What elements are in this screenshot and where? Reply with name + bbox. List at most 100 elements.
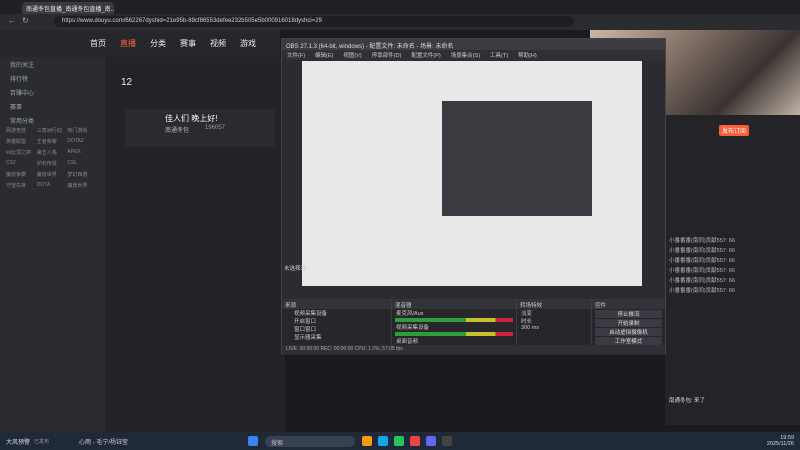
chat-line: 南通冬包: 来了: [669, 398, 706, 404]
obs-statusbar: LIVE: 00:00:00 REC: 00:00:00 CPU: 1.2%, …: [282, 345, 665, 354]
menu-profile[interactable]: 配置文件(P): [411, 51, 440, 59]
studio-mode-button[interactable]: 工作室模式: [595, 337, 662, 345]
scene-label: 未选择源: [284, 266, 307, 272]
sources-header: 来源: [282, 299, 391, 309]
fans-count: 196057: [205, 125, 226, 131]
category-item[interactable]: APEX: [67, 149, 98, 160]
transition-header: 转场特效: [517, 299, 591, 309]
weather-widget[interactable]: 大风预警: [6, 437, 30, 446]
app-icon[interactable]: [410, 436, 421, 446]
douyu-sidebar: 我的关注 排行榜 百赚中心 赛事 常用分类 网游竞技 三角洲行动 热门游戏 英雄…: [0, 57, 105, 432]
start-recording-button[interactable]: 开始录制: [595, 319, 662, 327]
stream-title: 佳人们 晚上好!: [165, 114, 218, 123]
chat-list: 小番番番(南同)贡献557: 66 小番番番(南同)贡献557: 66 小番番番…: [665, 235, 800, 405]
browser-tab[interactable]: 南通冬包直播_南通冬包直播_南...: [22, 2, 114, 14]
category-item[interactable]: lol云顶之弈: [6, 149, 37, 160]
browser-tabbar: 南通冬包直播_南通冬包直播_南...: [0, 0, 800, 14]
category-item[interactable]: 魔兽世界: [67, 182, 98, 193]
category-grid: 网游竞技 三角洲行动 热门游戏 英雄联盟 王者荣耀 DOTA2 lol云顶之弈 …: [0, 127, 105, 193]
obs-window: OBS 27.1.3 (64-bit, windows) - 配置文件: 未命名…: [281, 38, 666, 355]
source-item[interactable]: 视频采集设备: [282, 309, 391, 317]
category-item[interactable]: 王者荣耀: [37, 138, 68, 149]
sidebar-item-ranking[interactable]: 排行榜: [0, 71, 105, 85]
chat-line: 小番番番(南同)贡献557: 66: [669, 248, 736, 254]
source-item[interactable]: 开启窗口: [282, 317, 391, 325]
sidebar-item-common: 常用分类: [10, 118, 35, 125]
nav-games[interactable]: 游戏: [240, 38, 256, 49]
sidebar-item-events[interactable]: 赛事: [0, 99, 105, 113]
category-item[interactable]: 守望先锋: [6, 182, 37, 193]
address-bar[interactable]: https://www.douyu.com/662267dyshid=21e95…: [54, 16, 574, 27]
browser-toolbar: ← ↻ https://www.douyu.com/662267dyshid=2…: [0, 14, 800, 30]
mixer-track-name: 视频采集设备: [396, 325, 430, 331]
mixer-track-name: 麦克风/Aux: [396, 311, 424, 317]
nav-home[interactable]: 首页: [90, 38, 106, 49]
audio-meter: [395, 318, 513, 322]
mixer-track-name: 桌面音频: [396, 339, 419, 345]
edge-icon[interactable]: [378, 436, 389, 446]
virtual-camera-button[interactable]: 启动虚拟摄像机: [595, 328, 662, 336]
nav-live[interactable]: 直播: [120, 38, 136, 49]
obs-icon[interactable]: [442, 436, 453, 446]
obs-menubar: 文件(F) 编辑(E) 视图(V) 停靠部件(D) 配置文件(P) 场景集合(S…: [282, 50, 665, 60]
chat-line: 小番番番(南同)贡献557: 66: [669, 258, 736, 264]
category-item[interactable]: DOTA: [37, 182, 68, 193]
menu-docks[interactable]: 停靠部件(D): [372, 51, 402, 59]
duration-label: 时长: [521, 319, 533, 325]
category-item[interactable]: 三角洲行动: [37, 127, 68, 138]
subscribe-button[interactable]: 发布订阅: [719, 125, 750, 136]
sidebar-item-follow[interactable]: 我的关注: [0, 57, 105, 71]
sidebar-item-earn[interactable]: 百赚中心: [0, 85, 105, 99]
menu-help[interactable]: 帮助(H): [518, 51, 537, 59]
obs-titlebar: OBS 27.1.3 (64-bit, windows) - 配置文件: 未命名…: [282, 39, 665, 50]
category-item[interactable]: 热门游戏: [67, 127, 98, 138]
music-widget[interactable]: 心雨 - 毛宁/杨钰莹: [79, 437, 128, 446]
streamer-card: 佳人们 晚上好! 南通冬包 196057: [125, 109, 275, 147]
source-item[interactable]: 窗口窗口: [282, 325, 391, 333]
nav-events[interactable]: 赛事: [180, 38, 196, 49]
controls-header: 控件: [592, 299, 665, 309]
menu-tools[interactable]: 工具(T): [490, 51, 508, 59]
stop-streaming-button[interactable]: 停止推流: [595, 310, 662, 318]
transition-select[interactable]: 淡变: [517, 309, 591, 317]
clock[interactable]: 19:59 2025/11/26: [767, 435, 794, 447]
category-item[interactable]: CS2: [6, 160, 37, 171]
chrome-icon[interactable]: [394, 436, 405, 446]
category-item[interactable]: 魔兽争霸: [6, 171, 37, 182]
follow-count: 12: [121, 77, 133, 88]
chat-line: 小番番番(南同)贡献557: 66: [669, 288, 736, 294]
category-item[interactable]: 网游竞技: [6, 127, 37, 138]
app-icon[interactable]: [426, 436, 437, 446]
audio-meter: [395, 332, 513, 336]
chat-line: 小番番番(南同)贡献557: 66: [669, 278, 736, 284]
category-item[interactable]: CSL: [67, 160, 98, 171]
chat-line: 小番番番(南同)贡献557: 66: [669, 238, 736, 244]
category-item[interactable]: 炉石传说: [37, 160, 68, 171]
nav-video[interactable]: 视频: [210, 38, 226, 49]
obs-preview[interactable]: [302, 61, 642, 286]
refresh-icon[interactable]: ↻: [22, 16, 29, 25]
taskbar-search[interactable]: 搜索: [265, 435, 356, 447]
mixer-header: 混音器: [392, 299, 516, 309]
menu-view[interactable]: 视图(V): [343, 51, 361, 59]
date: 2025/11/26: [766, 441, 794, 447]
chat-panel: 发布订阅 小番番番(南同)贡献557: 66 小番番番(南同)贡献557: 66…: [665, 115, 800, 425]
preview-nested-capture: [442, 101, 592, 216]
streamer-name[interactable]: 南通冬包: [165, 125, 189, 134]
duration-field[interactable]: 300 ms: [517, 325, 591, 333]
category-item[interactable]: 梦幻西游: [67, 171, 98, 182]
category-item[interactable]: 第五人格: [37, 149, 68, 160]
explorer-icon[interactable]: [362, 436, 373, 446]
start-icon[interactable]: [248, 436, 259, 446]
source-item[interactable]: 显示器采集: [282, 333, 391, 341]
category-item[interactable]: 魔兽世界: [37, 171, 68, 182]
nav-category[interactable]: 分类: [150, 38, 166, 49]
category-item[interactable]: DOTA2: [67, 138, 98, 149]
menu-scene-collection[interactable]: 场景集合(S): [451, 51, 480, 59]
taskbar: 大风预警 已发布 心雨 - 毛宁/杨钰莹 搜索 19:59 2025/11/26: [0, 432, 800, 450]
menu-edit[interactable]: 编辑(E): [315, 51, 333, 59]
chat-line: 小番番番(南同)贡献557: 66: [669, 268, 736, 274]
category-item[interactable]: 英雄联盟: [6, 138, 37, 149]
menu-file[interactable]: 文件(F): [287, 51, 305, 59]
back-icon[interactable]: ←: [8, 16, 16, 25]
